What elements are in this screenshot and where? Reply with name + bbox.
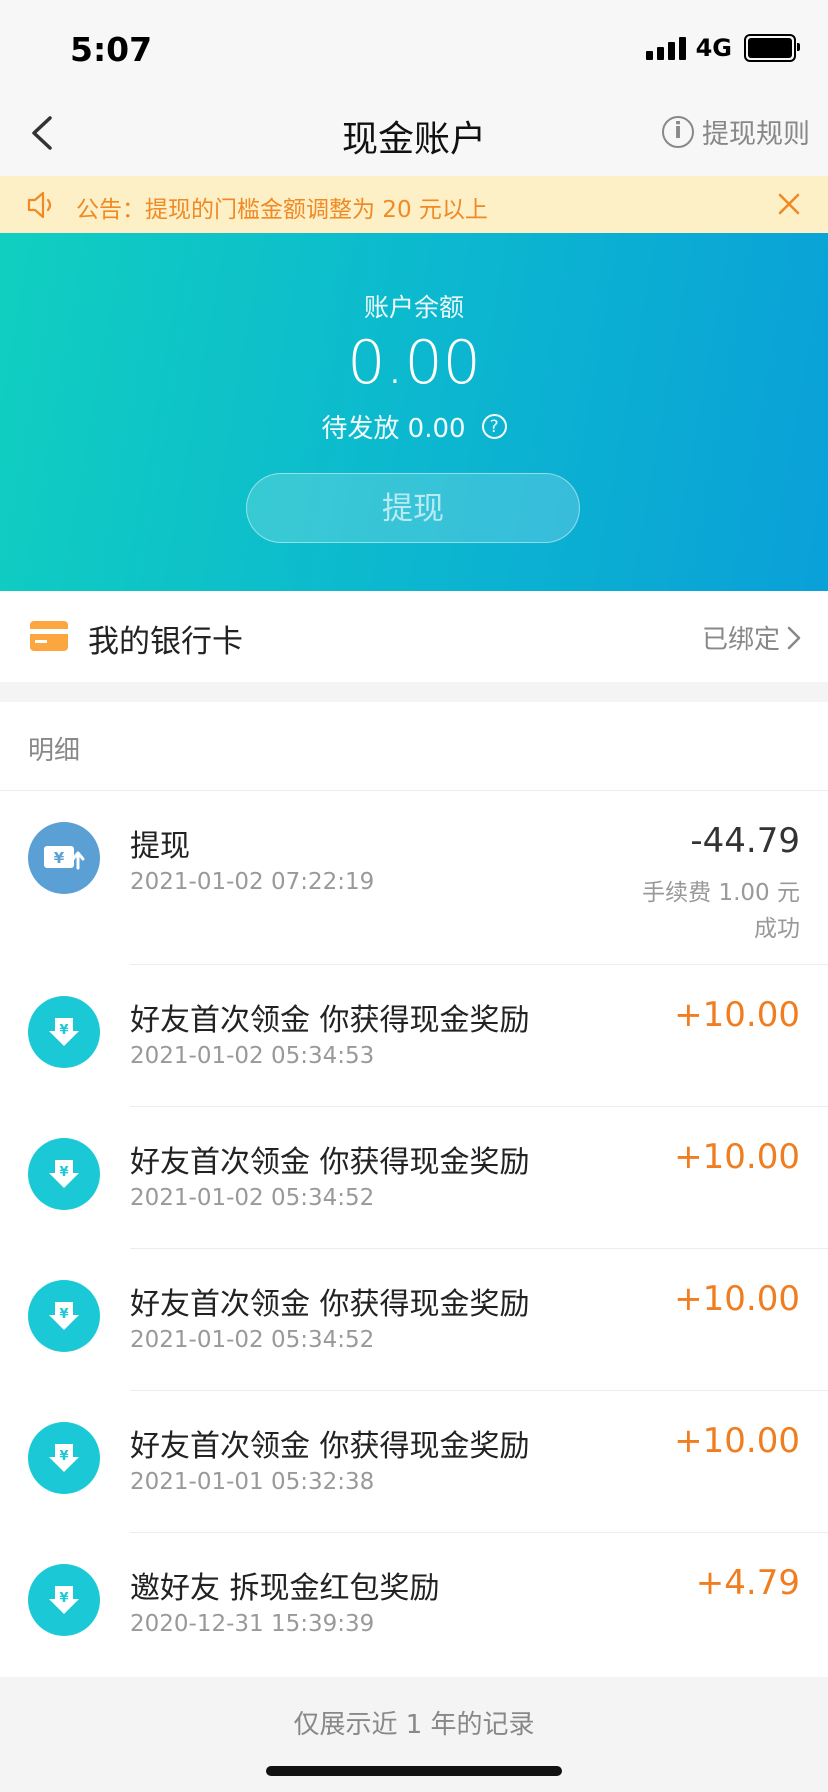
network-type: 4G [695, 34, 732, 62]
record-amount: +10.00 [674, 1421, 800, 1461]
svg-text:¥: ¥ [59, 1307, 68, 1322]
speaker-icon [27, 191, 52, 219]
record-fee: 手续费 1.00 元 [642, 880, 800, 906]
record-title: 提现 [130, 829, 190, 864]
bank-card-status: 已绑定 [702, 619, 802, 656]
yuan-download-icon: ¥ [28, 1280, 100, 1352]
cash-account-page: 5:07 4G 现金账户 i 提现规则 公告：提现的门槛金额调整为 20 元以上 [0, 0, 828, 1792]
bank-card-icon [30, 621, 68, 651]
question-icon[interactable]: ? [481, 414, 507, 439]
record-title: 邀好友 拆现金红包奖励 [130, 1571, 440, 1606]
withdraw-rules-button[interactable]: i 提现规则 [662, 112, 810, 151]
list-item[interactable]: ¥ 好友首次领金 你获得现金奖励 2021-01-02 05:34:52 +10… [0, 1249, 828, 1391]
record-date: 2021-01-02 05:34:53 [130, 1043, 375, 1069]
yuan-upload-icon: ¥ [28, 822, 100, 894]
status-time: 5:07 [70, 30, 153, 69]
record-date: 2020-12-31 15:39:39 [130, 1611, 375, 1637]
record-date: 2021-01-02 07:22:19 [130, 869, 375, 895]
balance-label: 账户余额 [363, 293, 464, 322]
record-status: 成功 [754, 916, 800, 942]
svg-text:¥: ¥ [59, 1023, 68, 1038]
notice-banner: 公告：提现的门槛金额调整为 20 元以上 [0, 176, 828, 233]
record-date: 2021-01-02 05:34:52 [130, 1185, 375, 1211]
details-section: 明细 ¥ 提现 2021-01-02 07:22:19 -44.79 手续费 1… [0, 702, 828, 1677]
bank-card-label: 我的银行卡 [88, 624, 243, 660]
record-amount: +4.79 [695, 1563, 800, 1603]
close-icon[interactable] [776, 191, 802, 217]
record-title: 好友首次领金 你获得现金奖励 [130, 1429, 530, 1464]
record-amount: +10.00 [674, 995, 800, 1035]
record-title: 好友首次领金 你获得现金奖励 [130, 1287, 530, 1322]
yuan-download-icon: ¥ [28, 1422, 100, 1494]
records-footer-note: 仅展示近 1 年的记录 [293, 1710, 535, 1740]
notice-text: 公告：提现的门槛金额调整为 20 元以上 [76, 197, 488, 223]
record-amount: +10.00 [674, 1137, 800, 1177]
record-date: 2021-01-02 05:34:52 [130, 1327, 375, 1353]
bank-card-row[interactable]: 我的银行卡 已绑定 [0, 591, 828, 682]
yuan-download-icon: ¥ [28, 1138, 100, 1210]
battery-icon [744, 34, 800, 62]
withdraw-rules-label: 提现规则 [702, 119, 810, 150]
bank-card-status-text: 已绑定 [701, 625, 780, 655]
svg-text:¥: ¥ [59, 1591, 68, 1606]
list-item[interactable]: ¥ 好友首次领金 你获得现金奖励 2021-01-02 05:34:53 +10… [0, 965, 828, 1107]
list-item[interactable]: ¥ 邀好友 拆现金红包奖励 2020-12-31 15:39:39 +4.79 [0, 1533, 828, 1675]
nav-bar: 现金账户 i 提现规则 [0, 92, 828, 176]
signal-icon [645, 36, 686, 60]
list-item[interactable]: ¥ 好友首次领金 你获得现金奖励 2021-01-01 05:32:38 +10… [0, 1391, 828, 1533]
pending-amount: 待发放 0.00 [321, 414, 466, 444]
info-icon: i [662, 115, 694, 148]
chevron-right-icon [787, 626, 801, 649]
list-item[interactable]: ¥ 提现 2021-01-02 07:22:19 -44.79 手续费 1.00… [0, 791, 828, 965]
svg-text:¥: ¥ [59, 1449, 68, 1464]
record-title: 好友首次领金 你获得现金奖励 [130, 1003, 530, 1038]
yuan-download-icon: ¥ [28, 1564, 100, 1636]
record-title: 好友首次领金 你获得现金奖励 [130, 1145, 530, 1180]
pending-amount-row: 待发放 0.00 ? [0, 408, 828, 445]
record-amount: -44.79 [690, 821, 800, 861]
details-title: 明细 [28, 736, 81, 766]
record-amount: +10.00 [674, 1279, 800, 1319]
home-indicator[interactable] [266, 1766, 562, 1776]
list-item[interactable]: ¥ 好友首次领金 你获得现金奖励 2021-01-02 05:34:52 +10… [0, 1107, 828, 1249]
balance-amount: 0.00 [347, 328, 481, 398]
svg-text:¥: ¥ [59, 1165, 68, 1180]
status-bar: 5:07 4G [0, 0, 828, 92]
details-header: 明细 [0, 702, 828, 791]
balance-card: 账户余额 0.00 待发放 0.00 ? 提现 [0, 233, 828, 591]
status-indicators: 4G [645, 34, 800, 62]
yuan-download-icon: ¥ [28, 996, 100, 1068]
record-date: 2021-01-01 05:32:38 [130, 1469, 375, 1495]
svg-text:¥: ¥ [54, 849, 65, 867]
withdraw-button[interactable]: 提现 [246, 473, 580, 543]
